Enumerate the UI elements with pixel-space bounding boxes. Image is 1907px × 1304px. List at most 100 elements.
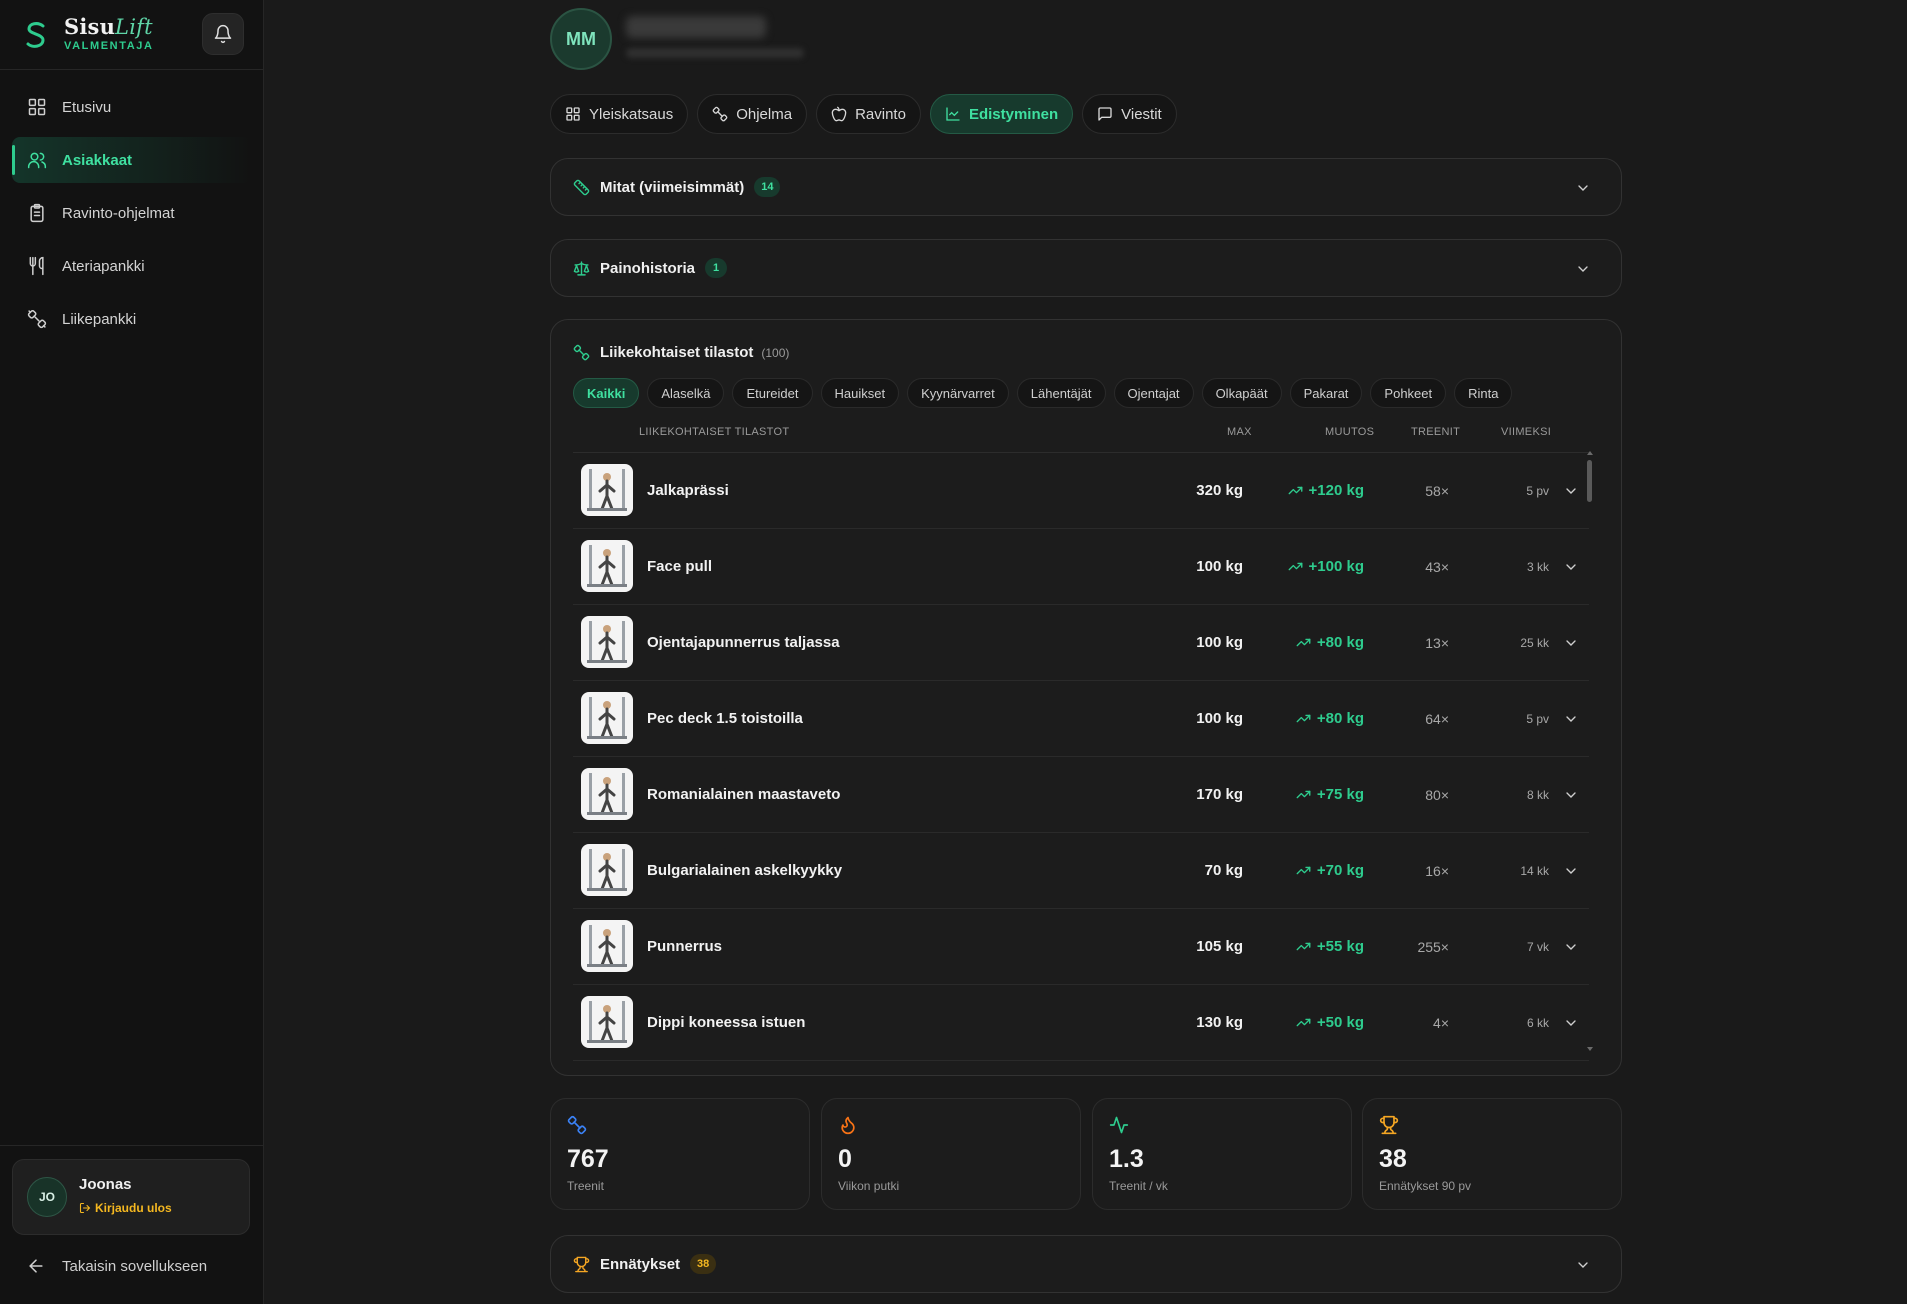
column-header-sessions: TREENIT bbox=[1411, 426, 1461, 438]
exercise-last: 14 kk bbox=[1520, 864, 1549, 878]
exercise-change: +120 kg bbox=[1288, 482, 1364, 499]
filter-chip-kyynarvarret[interactable]: Kyynärvarret bbox=[907, 378, 1009, 408]
chevron-down-icon[interactable] bbox=[1563, 939, 1579, 955]
filter-chip-hauikset[interactable]: Hauikset bbox=[820, 378, 900, 408]
filter-chip-ojentajat[interactable]: Ojentajat bbox=[1113, 378, 1194, 408]
stat-label: Viikon putki bbox=[838, 1179, 900, 1193]
chevron-down-icon[interactable] bbox=[1563, 1015, 1579, 1031]
exercise-last: 7 vk bbox=[1526, 940, 1549, 954]
chevron-down-icon[interactable] bbox=[1563, 711, 1579, 727]
tab-ohjelma[interactable]: Ohjelma bbox=[697, 94, 808, 134]
muscle-filter-chips: Kaikki Alaselkä Etureidet Hauikset Kyynä… bbox=[573, 378, 1520, 408]
exercise-change-value: +80 kg bbox=[1316, 634, 1364, 651]
chevron-down-icon[interactable] bbox=[1563, 483, 1579, 499]
records-header: Ennätykset 38 bbox=[573, 1254, 717, 1274]
notifications-button[interactable] bbox=[202, 13, 244, 55]
brand-subtitle: VALMENTAJA bbox=[64, 40, 154, 52]
exercise-name: Romanialainen maastaveto bbox=[647, 786, 841, 803]
exercise-change: +50 kg bbox=[1296, 1014, 1364, 1031]
chevron-down-icon bbox=[1578, 185, 1588, 191]
exercise-thumbnail bbox=[581, 616, 633, 668]
chevron-down-icon[interactable] bbox=[1563, 863, 1579, 879]
filter-chip-pakarat[interactable]: Pakarat bbox=[1289, 378, 1363, 408]
weight-history-header: Painohistoria 1 bbox=[573, 258, 728, 278]
exercise-name: Ojentajapunnerrus taljassa bbox=[647, 634, 840, 651]
exercise-sessions: 16× bbox=[1425, 863, 1449, 879]
exercise-change: +100 kg bbox=[1288, 558, 1364, 575]
filter-chip-kaikki[interactable]: Kaikki bbox=[573, 378, 640, 408]
table-row[interactable]: Punnerrus 105 kg +55 kg 255× 7 vk bbox=[573, 909, 1589, 985]
dumbbell-icon bbox=[26, 308, 48, 330]
ruler-icon bbox=[573, 179, 590, 196]
measurements-header: Mitat (viimeisimmät) 14 bbox=[573, 177, 781, 197]
measurements-panel[interactable]: Mitat (viimeisimmät) 14 bbox=[550, 158, 1622, 216]
filter-chip-lahentajat[interactable]: Lähentäjät bbox=[1016, 378, 1106, 408]
table-row[interactable]: Face pull 100 kg +100 kg 43× 3 kk bbox=[573, 529, 1589, 605]
message-icon bbox=[1098, 107, 1112, 121]
table-row[interactable]: Jalkaprässi 320 kg +120 kg 58× 5 pv bbox=[573, 453, 1589, 529]
stat-value: 767 bbox=[567, 1145, 609, 1173]
records-title: Ennätykset bbox=[600, 1255, 681, 1273]
stat-value: 0 bbox=[838, 1145, 852, 1173]
exercise-last: 5 pv bbox=[1526, 484, 1549, 498]
filter-chip-rinta[interactable]: Rinta bbox=[1454, 378, 1513, 408]
exercise-max: 100 kg bbox=[1196, 634, 1243, 651]
client-avatar: MM bbox=[550, 8, 612, 70]
sidebar-nav: Etusivu Asiakkaat Ravinto-ohjelmat Ateri… bbox=[12, 84, 252, 349]
exercise-thumbnail bbox=[581, 920, 633, 972]
table-row[interactable]: Ojentajapunnerrus taljassa 100 kg +80 kg 13… bbox=[573, 605, 1589, 681]
scrollbar-thumb[interactable] bbox=[1587, 460, 1592, 502]
stat-card-ennatykset: 38 Ennätykset 90 pv bbox=[1362, 1098, 1622, 1210]
brand-name: SisuLift bbox=[64, 14, 153, 39]
back-to-app-link[interactable]: Takaisin sovellukseen bbox=[26, 1256, 207, 1276]
exercise-last: 3 kk bbox=[1526, 560, 1549, 574]
exercise-stats-title: Liikekohtaiset tilastot bbox=[600, 344, 754, 361]
tab-edistyminen[interactable]: Edistyminen bbox=[929, 94, 1074, 134]
tab-ravinto[interactable]: Ravinto bbox=[816, 94, 921, 134]
sidebar-item-asiakkaat[interactable]: Asiakkaat bbox=[12, 137, 252, 183]
logout-icon bbox=[79, 1202, 91, 1214]
exercise-change-value: +120 kg bbox=[1308, 482, 1364, 499]
exercise-stats-panel: Liikekohtaiset tilastot (100) Kaikki Ala… bbox=[550, 319, 1622, 1076]
dumbbell-icon bbox=[712, 106, 728, 122]
sidebar-item-liikepankki[interactable]: Liikepankki bbox=[12, 296, 252, 342]
table-row[interactable]: Dippi koneessa istuen 130 kg +50 kg 4× 6 kk bbox=[573, 985, 1589, 1061]
tab-yleiskatsaus[interactable]: Yleiskatsaus bbox=[550, 94, 689, 134]
logout-link[interactable]: Kirjaudu ulos bbox=[79, 1201, 172, 1215]
exercise-change-value: +70 kg bbox=[1316, 862, 1364, 879]
sidebar-item-etusivu[interactable]: Etusivu bbox=[12, 84, 252, 130]
filter-chip-pohkeet[interactable]: Pohkeet bbox=[1370, 378, 1447, 408]
filter-chip-alaselka[interactable]: Alaselkä bbox=[647, 378, 725, 408]
table-row[interactable]: Romanialainen maastaveto 170 kg +75 kg 80× 8… bbox=[573, 757, 1589, 833]
measurements-count-badge: 14 bbox=[754, 177, 781, 197]
weight-history-title: Painohistoria bbox=[600, 259, 696, 277]
chevron-down-icon[interactable] bbox=[1563, 787, 1579, 803]
sidebar-item-ateriapankki[interactable]: Ateriapankki bbox=[12, 243, 252, 289]
chevron-down-icon[interactable] bbox=[1563, 559, 1579, 575]
table-row[interactable]: Pec deck 1.5 toistoilla 100 kg +80 kg 64× 5 … bbox=[573, 681, 1589, 757]
exercise-last: 8 kk bbox=[1526, 788, 1549, 802]
exercise-name: Punnerrus bbox=[647, 938, 723, 955]
table-header: LIIKEKOHTAISET TILASTOT MAX MUUTOS TREEN… bbox=[573, 426, 1589, 446]
table-scrollbar[interactable] bbox=[1587, 450, 1593, 1052]
records-panel[interactable]: Ennätykset 38 bbox=[550, 1235, 1622, 1293]
trending-up-icon bbox=[1296, 638, 1311, 647]
dumbbell-icon bbox=[567, 1115, 587, 1135]
chevron-down-icon[interactable] bbox=[1563, 635, 1579, 651]
filter-chip-etureidet[interactable]: Etureidet bbox=[732, 378, 813, 408]
trending-up-icon bbox=[1296, 866, 1311, 875]
grid-icon bbox=[26, 96, 48, 118]
trending-up-icon bbox=[1296, 714, 1311, 723]
sidebar-item-label: Asiakkaat bbox=[62, 151, 133, 169]
table-row[interactable]: Bulgarialainen askelkyykky 70 kg +70 kg 16×… bbox=[573, 833, 1589, 909]
tab-viestit[interactable]: Viestit bbox=[1082, 94, 1177, 134]
exercise-figure-icon bbox=[587, 469, 627, 511]
weight-history-panel[interactable]: Painohistoria 1 bbox=[550, 239, 1622, 297]
exercise-max: 100 kg bbox=[1196, 558, 1243, 575]
filter-chip-olkapaat[interactable]: Olkapäät bbox=[1201, 378, 1282, 408]
weight-history-count-badge: 1 bbox=[705, 258, 728, 278]
chevron-down-icon bbox=[1578, 266, 1588, 272]
exercise-stats-table: Jalkaprässi 320 kg +120 kg 58× 5 pv Face pull… bbox=[573, 452, 1589, 1062]
exercise-max: 70 kg bbox=[1204, 862, 1243, 879]
sidebar-item-ravinto-ohjelmat[interactable]: Ravinto-ohjelmat bbox=[12, 190, 252, 236]
